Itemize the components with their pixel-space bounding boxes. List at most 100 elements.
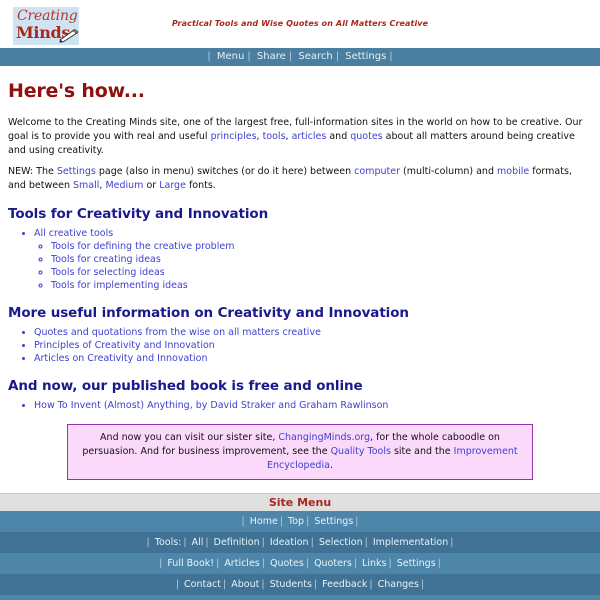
top-navigation-bar: | Menu | Share | Search | Settings |: [0, 48, 600, 66]
menu-item-students[interactable]: Students: [269, 579, 313, 590]
menu-separator: |: [261, 579, 265, 590]
site-menu-row-settings: | Settings:| Computer layout| Mobile lay…: [0, 595, 600, 600]
list-item[interactable]: Articles on Creativity and Innovation: [34, 352, 592, 365]
link-tools-defining[interactable]: Tools for defining the creative problem: [51, 241, 234, 252]
menu-item-settings[interactable]: Settings: [313, 516, 354, 527]
intro-text: page (also in menu) switches (or do it h…: [95, 166, 355, 177]
nav-item-search[interactable]: Search: [296, 51, 334, 62]
link-settings[interactable]: Settings: [57, 166, 96, 177]
nav-separator: |: [335, 51, 340, 62]
list-item[interactable]: Tools for creating ideas: [51, 253, 592, 266]
menu-separator: |: [146, 537, 150, 548]
section-heading-book: And now, our published book is free and …: [8, 378, 363, 394]
menu-separator: |: [313, 579, 318, 590]
link-medium-font[interactable]: Medium: [105, 180, 143, 191]
intro-text: NEW: The: [8, 166, 57, 177]
menu-item-changes[interactable]: Changes: [377, 579, 420, 590]
callout-text: And now you can visit our sister site,: [100, 432, 279, 443]
nav-item-share[interactable]: Share: [255, 51, 288, 62]
callout-text: .: [329, 460, 333, 471]
menu-separator: |: [364, 537, 368, 548]
menu-item-articles[interactable]: Articles: [223, 558, 260, 569]
menu-group-label-tools: Tools:: [154, 537, 182, 548]
link-how-to-invent-book[interactable]: How To Invent (Almost) Anything, by Davi…: [34, 400, 388, 411]
link-tools-selecting[interactable]: Tools for selecting ideas: [51, 267, 165, 278]
menu-separator: |: [369, 579, 373, 590]
book-list: How To Invent (Almost) Anything, by Davi…: [8, 399, 592, 412]
site-menu: Site Menu | Home | Top | Settings | | Tools…: [0, 493, 600, 600]
link-large-font[interactable]: Large: [159, 180, 186, 191]
link-principles-creativity[interactable]: Principles of Creativity and Innovation: [34, 340, 215, 351]
menu-item-about[interactable]: About: [230, 579, 260, 590]
menu-item-top[interactable]: Top: [287, 516, 305, 527]
menu-separator: |: [420, 579, 425, 590]
menu-item-tools-ideation[interactable]: Ideation: [269, 537, 310, 548]
menu-item-tools-implementation[interactable]: Implementation: [372, 537, 449, 548]
link-articles[interactable]: articles: [292, 131, 327, 142]
nav-separator: |: [389, 51, 393, 62]
menu-separator: |: [279, 516, 284, 527]
menu-separator: |: [305, 558, 310, 569]
list-item[interactable]: Tools for implementing ideas: [51, 279, 592, 292]
menu-item-tools-selection[interactable]: Selection: [318, 537, 364, 548]
list-item[interactable]: Quotes and quotations from the wise on a…: [34, 326, 592, 339]
link-quotes-quotations[interactable]: Quotes and quotations from the wise on a…: [34, 327, 321, 338]
link-mobile-format[interactable]: mobile: [497, 166, 529, 177]
site-menu-row-tools: | Tools: | All | Definition | Ideation | Sel…: [0, 532, 600, 553]
intro-text: (multi-column) and: [399, 166, 498, 177]
nav-separator: |: [247, 51, 251, 62]
link-tools[interactable]: tools: [263, 131, 286, 142]
menu-item-quotes[interactable]: Quotes: [269, 558, 305, 569]
more-info-list: Quotes and quotations from the wise on a…: [8, 326, 592, 365]
link-quality-tools[interactable]: Quality Tools: [331, 446, 391, 457]
menu-separator: |: [261, 537, 265, 548]
menu-item-links[interactable]: Links: [361, 558, 387, 569]
menu-item-quoters[interactable]: Quoters: [313, 558, 353, 569]
link-changingminds[interactable]: ChangingMinds.org: [278, 432, 370, 443]
menu-item-home[interactable]: Home: [249, 516, 279, 527]
link-quotes[interactable]: quotes: [350, 131, 382, 142]
menu-separator: |: [205, 537, 209, 548]
link-small-font[interactable]: Small: [73, 180, 99, 191]
menu-separator: |: [261, 558, 265, 569]
nav-separator: |: [207, 51, 211, 62]
link-tools-creating[interactable]: Tools for creating ideas: [51, 254, 161, 265]
menu-item-feedback[interactable]: Feedback: [321, 579, 368, 590]
menu-item-tools-definition[interactable]: Definition: [213, 537, 261, 548]
sister-site-callout: And now you can visit our sister site, C…: [67, 424, 533, 480]
page-title: Here's how...: [8, 80, 145, 102]
list-item[interactable]: How To Invent (Almost) Anything, by Davi…: [34, 399, 592, 412]
intro-text: or: [143, 180, 160, 191]
menu-separator: |: [388, 558, 392, 569]
menu-separator: |: [223, 579, 227, 590]
link-computer-format[interactable]: computer: [354, 166, 400, 177]
link-all-creative-tools[interactable]: All creative tools: [34, 228, 113, 239]
site-header: Creating Minds Practical Tools and Wise …: [0, 0, 600, 48]
menu-item-settings-2[interactable]: Settings: [396, 558, 437, 569]
tools-list: All creative tools Tools for defining th…: [8, 227, 592, 292]
intro-paragraph-1: Welcome to the Creating Minds site, one …: [8, 116, 592, 158]
menu-separator: |: [355, 516, 359, 527]
intro-text: fonts.: [185, 180, 216, 191]
list-item[interactable]: All creative tools Tools for defining th…: [34, 227, 592, 292]
tools-sublist: Tools for defining the creative problem …: [34, 240, 592, 292]
list-item[interactable]: Tools for selecting ideas: [51, 266, 592, 279]
intro-paragraph-2: NEW: The Settings page (also in menu) sw…: [8, 165, 592, 193]
link-principles[interactable]: principles: [211, 131, 257, 142]
menu-item-contact[interactable]: Contact: [183, 579, 222, 590]
list-item[interactable]: Tools for defining the creative problem: [51, 240, 592, 253]
site-menu-row-about: | Contact | About | Students | Feedback | Ch…: [0, 574, 600, 595]
section-heading-tools: Tools for Creativity and Innovation: [8, 206, 269, 222]
list-item[interactable]: Principles of Creativity and Innovation: [34, 339, 592, 352]
link-articles-creativity[interactable]: Articles on Creativity and Innovation: [34, 353, 207, 364]
nav-item-menu[interactable]: Menu: [215, 51, 246, 62]
site-menu-title: Site Menu: [0, 493, 600, 511]
menu-separator: |: [241, 516, 245, 527]
menu-item-tools-all[interactable]: All: [191, 537, 205, 548]
callout-text: site and the: [390, 446, 454, 457]
menu-item-full-book[interactable]: Full Book!: [166, 558, 215, 569]
site-menu-row-main: | Home | Top | Settings |: [0, 511, 600, 532]
nav-item-settings[interactable]: Settings: [343, 51, 388, 62]
main-content: Here's how... Welcome to the Creating Mi…: [0, 80, 600, 480]
link-tools-implementing[interactable]: Tools for implementing ideas: [51, 280, 188, 291]
